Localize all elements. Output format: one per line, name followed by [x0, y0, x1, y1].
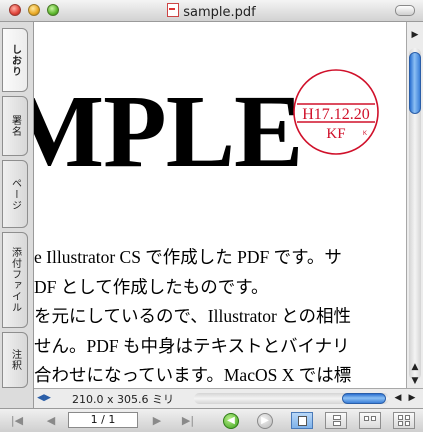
body-line: を元にしているので、Illustrator との相性 [34, 306, 351, 326]
last-page-icon[interactable]: ▶| [180, 413, 196, 429]
tab-bookmarks[interactable]: しおり [2, 28, 28, 92]
scroll-down-arrow-icon[interactable]: ▼ [408, 374, 422, 388]
tab-comments-label: 注釈 [9, 349, 21, 371]
tab-comments[interactable]: 注釈 [2, 332, 28, 388]
tab-attachments[interactable]: 添付ファイル [2, 232, 28, 328]
grid-page-icon [398, 415, 403, 420]
go-forward-icon[interactable]: ▶ [257, 413, 273, 429]
page-number-field[interactable]: 1 / 1 [68, 412, 138, 428]
page-size-menu-icon[interactable]: ◀▶ [37, 392, 51, 405]
scroll-right-arrow-icon[interactable]: ▶ [406, 392, 418, 405]
body-line: e Illustrator CS で作成した PDF です。サ [34, 247, 342, 267]
navigation-toolbar: |◀ ◀ 1 / 1 ▶ ▶| ◀ ▶ [0, 408, 423, 432]
body-text-block: e Illustrator CS で作成した PDF です。サ DF として作成… [34, 243, 406, 391]
next-page-icon[interactable]: ▶ [150, 413, 164, 429]
facing-page-icon [364, 416, 369, 421]
page-menu-arrow-icon[interactable]: ▶ [408, 28, 422, 42]
tab-bookmarks-label: しおり [9, 43, 21, 77]
stamp-mark: K [363, 131, 367, 137]
facing-view-button[interactable] [359, 412, 381, 429]
vertical-scrollbar[interactable]: ▶ ▲ ▼ [406, 22, 423, 408]
body-line: せん。PDF も中身はテキストとバイナリ [34, 335, 350, 356]
tab-pages-label: ページ [9, 177, 21, 211]
previous-page-icon[interactable]: ◀ [44, 413, 58, 429]
title-bar: sample.pdf [0, 0, 423, 22]
document-page: MPLE H17.12.20 KF K e Illustrator CS で作成… [34, 22, 406, 408]
tab-signatures[interactable]: 署名 [2, 96, 28, 156]
continuous-page-icon-lower [333, 421, 341, 426]
body-line: 合わせになっています。MacOS X では標 [34, 365, 352, 385]
scroll-up-arrow-icon[interactable]: ▲ [408, 360, 422, 374]
continuous-page-icon [333, 415, 341, 420]
single-page-icon [298, 416, 307, 426]
tab-pages[interactable]: ページ [2, 160, 28, 228]
vertical-scroll-thumb[interactable] [409, 52, 421, 114]
window-title: sample.pdf [183, 5, 256, 20]
large-heading-text: MPLE [34, 74, 303, 189]
grid-page-icon-4 [405, 421, 410, 426]
body-line: DF として作成したものです。 [34, 276, 269, 297]
toolbar-toggle-button[interactable] [395, 5, 415, 16]
continuous-facing-view-button[interactable] [393, 412, 415, 429]
tab-signatures-label: 署名 [9, 115, 21, 137]
date-stamp: H17.12.20 KF K [293, 69, 379, 155]
stamp-date: H17.12.20 [302, 106, 370, 123]
page-size-readout: 210.0 x 305.6 ミリ [72, 393, 174, 406]
pdf-file-icon [167, 3, 180, 17]
scroll-left-arrow-icon[interactable]: ◀ [392, 392, 404, 405]
go-back-icon[interactable]: ◀ [223, 413, 239, 429]
single-page-view-button[interactable] [291, 412, 313, 429]
sidebar-tabs: しおり 署名 ページ 添付ファイル 注釈 [0, 22, 34, 408]
window-title-area: sample.pdf [0, 3, 423, 20]
tab-attachments-label: 添付ファイル [9, 247, 21, 313]
grid-page-icon-2 [405, 415, 410, 420]
status-bar: ◀▶ 210.0 x 305.6 ミリ ◀ ▶ [34, 388, 423, 408]
continuous-view-button[interactable] [325, 412, 347, 429]
stamp-initials: KF [326, 126, 345, 142]
grid-page-icon-3 [398, 421, 403, 426]
horizontal-scroll-thumb[interactable] [342, 393, 386, 404]
facing-page-icon-right [371, 416, 376, 421]
first-page-icon[interactable]: |◀ [10, 413, 24, 429]
